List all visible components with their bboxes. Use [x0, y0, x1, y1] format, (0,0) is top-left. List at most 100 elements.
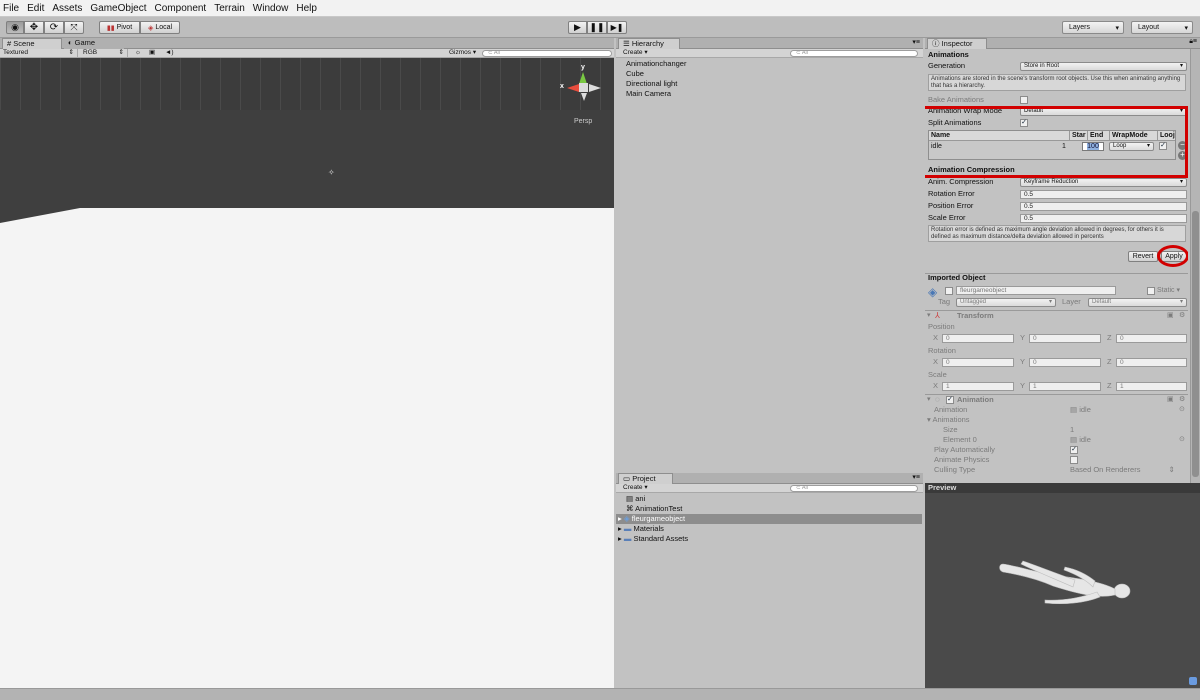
scrollbar-thumb[interactable] — [1192, 211, 1199, 477]
tab-scene[interactable]: # Scene — [2, 38, 62, 49]
gear-icon[interactable]: ⚙ — [1179, 395, 1185, 403]
lighting-toggle[interactable]: ☼ — [132, 49, 144, 58]
project-item[interactable]: ▸ ▬ Standard Assets — [618, 534, 688, 543]
rotation-error-field[interactable]: 0.5 — [1020, 190, 1187, 199]
play-button[interactable]: ▶ — [568, 21, 587, 34]
scale-x-field[interactable]: 1 — [942, 382, 1014, 391]
rotation-x-field[interactable]: 0 — [942, 358, 1014, 367]
project-create-dropdown[interactable]: Create ▾ — [620, 484, 650, 493]
gear-icon[interactable]: ⚙ — [1179, 311, 1185, 319]
project-search-input[interactable]: ⊂ All — [790, 485, 918, 492]
menu-component[interactable]: Component — [155, 3, 207, 14]
tag-dropdown[interactable]: Untagged — [956, 298, 1056, 307]
hierarchy-create-dropdown[interactable]: Create ▾ — [620, 49, 650, 58]
object-picker-icon[interactable]: ⊙ — [1179, 435, 1185, 443]
animation-value[interactable]: ▤ idle — [1070, 405, 1091, 415]
tab-project[interactable]: ▭ Project — [618, 473, 673, 484]
scale-y-field[interactable]: 1 — [1029, 382, 1101, 391]
anim-compression-dropdown[interactable]: Keyframe Reduction — [1020, 178, 1187, 187]
scale-tool-button[interactable]: ⤧ — [64, 21, 84, 34]
hierarchy-item[interactable]: Directional light — [626, 79, 923, 89]
inspector-scrollbar[interactable] — [1190, 49, 1200, 483]
scale-error-field[interactable]: 0.5 — [1020, 214, 1187, 223]
layer-dropdown[interactable]: Default — [1088, 298, 1187, 307]
tab-inspector[interactable]: ⓘ Inspector — [927, 38, 987, 49]
position-error-field[interactable]: 0.5 — [1020, 202, 1187, 211]
element0-value[interactable]: ▤ idle — [1070, 435, 1091, 445]
hierarchy-tab-bar: ☰ Hierarchy ▾≡ — [616, 38, 923, 49]
lock-icon[interactable]: 🔒︎≡ — [1189, 38, 1197, 46]
animations-list-label[interactable]: ▾ Animations — [927, 415, 970, 425]
list-icon: ☰ — [623, 39, 630, 48]
generation-dropdown[interactable]: Store in Root — [1020, 62, 1187, 71]
help-icon[interactable]: ▣ — [1167, 395, 1174, 403]
menu-assets[interactable]: Assets — [52, 3, 82, 14]
channel-dropdown[interactable]: RGB ⇕ — [80, 49, 128, 58]
pause-button[interactable]: ❚❚ — [587, 21, 607, 34]
image-toggle[interactable]: ▣ — [146, 49, 158, 58]
help-icon[interactable]: ▣ — [1167, 311, 1174, 319]
active-checkbox[interactable] — [945, 287, 953, 295]
local-toggle[interactable]: ◈ Local — [140, 21, 180, 34]
pivot-toggle[interactable]: ▮▮ Pivot — [99, 21, 140, 34]
preview-viewport[interactable] — [925, 493, 1200, 688]
size-value[interactable]: 1 — [1070, 425, 1074, 435]
menu-help[interactable]: Help — [296, 3, 317, 14]
bake-animations-checkbox[interactable] — [1020, 96, 1028, 104]
preview-settings-icon[interactable] — [1189, 677, 1197, 685]
scene-ground-plane — [0, 208, 614, 688]
render-mode-dropdown[interactable]: Textured ⇕ — [0, 49, 78, 58]
static-checkbox[interactable] — [1147, 287, 1155, 295]
gizmo-center — [579, 83, 588, 92]
layers-dropdown[interactable]: Layers — [1062, 21, 1124, 34]
project-item-selected[interactable]: ▸ ◈ fleurgameobject — [616, 514, 922, 524]
tab-game[interactable]: ◐ Game — [64, 38, 124, 49]
project-item[interactable]: ▤ ani — [626, 494, 645, 503]
move-tool-button[interactable]: ✥ — [24, 21, 44, 34]
toolbar: ◉ ✥ ⟳ ⤧ ▮▮Pivot ◈Local ▶ ❚❚ ▶❚ Layers La… — [0, 17, 1200, 38]
tab-hierarchy[interactable]: ☰ Hierarchy — [618, 38, 680, 49]
rotation-z-field[interactable]: 0 — [1116, 358, 1187, 367]
project-item[interactable]: ▸ ▬ Materials — [618, 524, 664, 533]
scene-search-input[interactable]: ⊂ All — [482, 50, 612, 57]
hierarchy-item[interactable]: Cube — [626, 69, 923, 79]
foldout-arrow-icon[interactable]: ▾ — [927, 395, 931, 403]
hierarchy-item[interactable]: Main Camera — [626, 89, 923, 99]
animation-label: Animation — [934, 405, 968, 414]
position-z-field[interactable]: 0 — [1116, 334, 1187, 343]
audio-toggle[interactable]: ◄) — [162, 49, 174, 58]
position-x-field[interactable]: 0 — [942, 334, 1014, 343]
scene-orientation-gizmo[interactable]: y x — [560, 64, 606, 106]
panel-menu-icon[interactable]: ▾≡ — [912, 38, 920, 46]
position-y-field[interactable]: 0 — [1029, 334, 1101, 343]
menu-terrain[interactable]: Terrain — [214, 3, 245, 14]
rotation-y-field[interactable]: 0 — [1029, 358, 1101, 367]
view-tool-button[interactable]: ◉ — [6, 21, 24, 34]
expand-arrow-icon: ▸ — [618, 524, 622, 533]
foldout-arrow-icon[interactable]: ▾ — [927, 311, 931, 319]
hierarchy-item[interactable]: Animationchanger — [626, 59, 923, 69]
object-name-field[interactable]: fleurgameobject — [956, 286, 1116, 295]
revert-button[interactable]: Revert — [1128, 251, 1158, 262]
menu-edit[interactable]: Edit — [27, 3, 44, 14]
light-icon: ✧ — [328, 168, 335, 177]
play-automatically-checkbox[interactable]: ✓ — [1070, 446, 1078, 454]
menu-file[interactable]: File — [3, 3, 19, 14]
panel-menu-icon[interactable]: ▾≡ — [912, 473, 920, 481]
object-picker-icon[interactable]: ⊙ — [1179, 405, 1185, 413]
hierarchy-search-input[interactable]: ⊂ All — [790, 50, 918, 57]
rotate-tool-button[interactable]: ⟳ — [44, 21, 64, 34]
step-button[interactable]: ▶❚ — [607, 21, 627, 34]
animate-physics-checkbox[interactable] — [1070, 456, 1078, 464]
position-x-label: X — [933, 333, 939, 342]
menu-gameobject[interactable]: GameObject — [90, 3, 146, 14]
layout-dropdown[interactable]: Layout — [1131, 21, 1193, 34]
scene-tab-bar: # Scene ◐ Game — [0, 38, 614, 49]
scale-z-field[interactable]: 1 — [1116, 382, 1187, 391]
scene-viewport[interactable]: ✧ y x Persp — [0, 58, 614, 688]
menu-window[interactable]: Window — [253, 3, 289, 14]
animation-enabled-checkbox[interactable]: ✓ — [946, 396, 954, 404]
culling-type-dropdown[interactable]: Based On Renderers ⇕ — [1070, 465, 1175, 475]
gizmos-dropdown[interactable]: Gizmos ▾ — [446, 49, 480, 58]
project-item[interactable]: ⌘ AnimationTest — [626, 504, 682, 513]
